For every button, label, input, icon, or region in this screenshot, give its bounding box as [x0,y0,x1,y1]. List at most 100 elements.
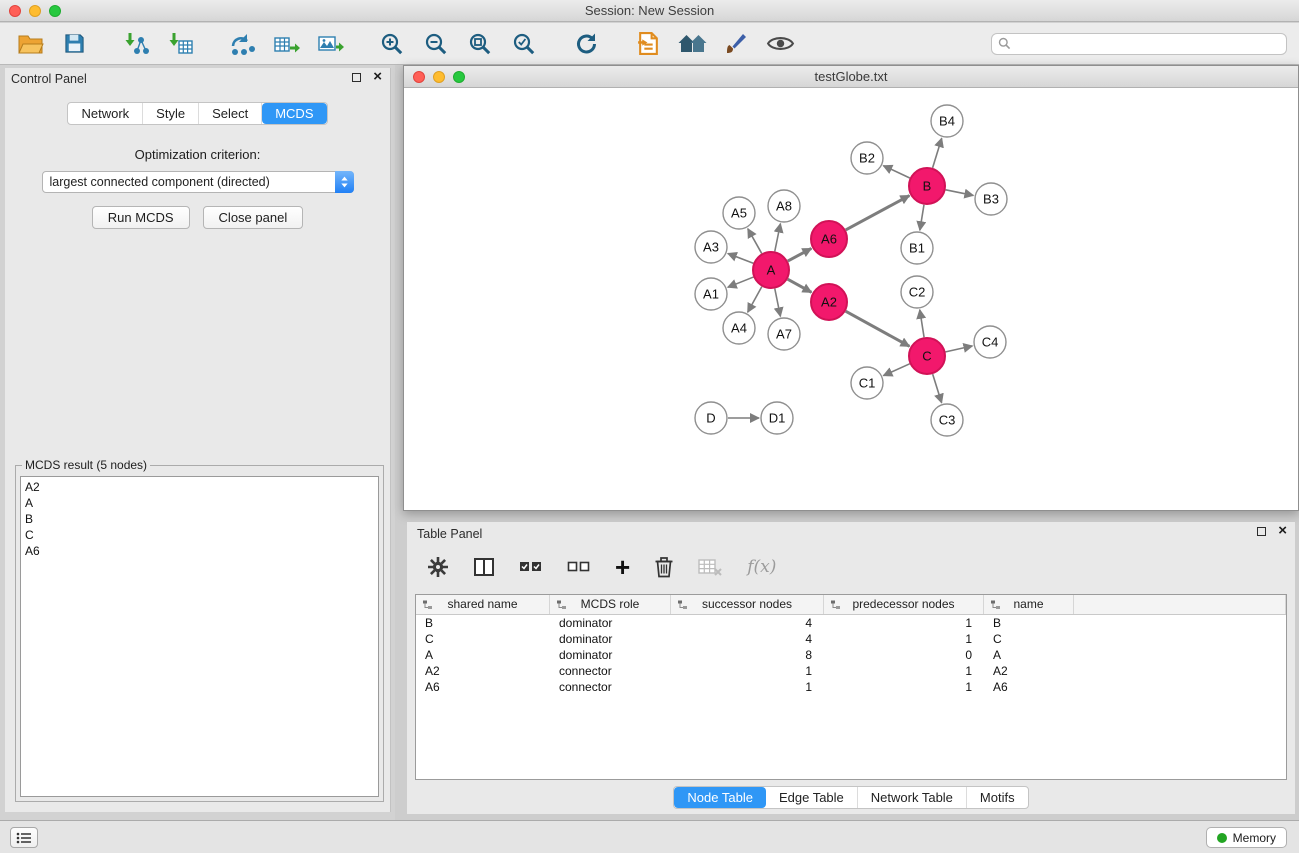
edge-C-C1[interactable] [883,364,909,376]
apply-layout-button[interactable] [568,27,604,61]
node-B3[interactable]: B3 [975,183,1007,215]
style-button[interactable] [718,27,754,61]
tab-network[interactable]: Network [68,103,143,124]
search-input[interactable] [1016,37,1280,51]
show-graphics-button[interactable] [762,27,798,61]
edge-A-A6[interactable] [788,248,812,261]
edge-A-A2[interactable] [788,279,812,292]
export-network-button[interactable] [224,27,260,61]
node-A4[interactable]: A4 [723,312,755,344]
edge-A6-B[interactable] [846,196,910,230]
show-columns-button[interactable] [473,557,495,577]
float-table-panel-icon[interactable] [1257,527,1266,536]
close-table-panel-icon[interactable]: × [1278,525,1287,537]
edge-A-A5[interactable] [748,229,762,254]
table-row[interactable]: A6connector11A6 [416,679,1286,695]
column-header[interactable]: name [984,595,1074,614]
edge-A2-C[interactable] [846,311,910,346]
edge-B-B4[interactable] [933,138,942,168]
result-item[interactable]: A [25,495,374,511]
table-settings-button[interactable] [427,556,449,578]
column-header[interactable]: successor nodes [671,595,824,614]
node-B4[interactable]: B4 [931,105,963,137]
node-C1[interactable]: C1 [851,367,883,399]
export-table-button[interactable] [268,27,304,61]
home-button[interactable] [674,27,710,61]
edge-A-A7[interactable] [775,289,781,317]
table-row[interactable]: A2connector11A2 [416,663,1286,679]
export-image-button[interactable] [312,27,348,61]
select-all-button[interactable] [519,558,543,576]
result-item[interactable]: A2 [25,479,374,495]
node-A3[interactable]: A3 [695,231,727,263]
zoom-selected-button[interactable] [506,27,542,61]
edge-A-A3[interactable] [728,253,753,263]
node-A2[interactable]: A2 [811,284,847,320]
edge-A-A4[interactable] [748,287,762,313]
search-field[interactable] [991,33,1287,55]
node-A8[interactable]: A8 [768,190,800,222]
tab-edge-table[interactable]: Edge Table [766,787,858,808]
deselect-all-button[interactable] [567,558,591,576]
tab-mcds[interactable]: MCDS [262,103,326,124]
float-panel-icon[interactable] [352,73,361,82]
save-session-button[interactable] [56,27,92,61]
task-history-button[interactable] [10,827,38,848]
node-D[interactable]: D [695,402,727,434]
node-D1[interactable]: D1 [761,402,793,434]
table-row[interactable]: Bdominator41B [416,615,1286,631]
network-window-titlebar[interactable]: testGlobe.txt [404,66,1298,88]
zoom-fit-button[interactable] [462,27,498,61]
zoom-in-button[interactable] [374,27,410,61]
table-row[interactable]: Cdominator41C [416,631,1286,647]
mcds-result-list[interactable]: A2ABCA6 [20,476,379,797]
edge-B-B2[interactable] [883,166,909,178]
edge-A-A1[interactable] [728,277,754,287]
node-C3[interactable]: C3 [931,404,963,436]
function-builder-button[interactable]: f(x) [747,557,776,577]
edge-C-C4[interactable] [946,346,973,352]
edge-C-C2[interactable] [920,310,924,337]
open-file-button[interactable] [12,27,48,61]
tab-select[interactable]: Select [199,103,262,124]
node-table[interactable]: shared nameMCDS rolesuccessor nodesprede… [415,594,1287,780]
memory-button[interactable]: Memory [1206,827,1287,848]
run-mcds-button[interactable]: Run MCDS [92,206,190,229]
node-A5[interactable]: A5 [723,197,755,229]
import-network-button[interactable] [118,27,154,61]
node-B2[interactable]: B2 [851,142,883,174]
tab-motifs[interactable]: Motifs [967,787,1028,808]
node-A[interactable]: A [753,252,789,288]
tab-style[interactable]: Style [143,103,199,124]
node-A1[interactable]: A1 [695,278,727,310]
node-A7[interactable]: A7 [768,318,800,350]
open-network-file-button[interactable] [630,27,666,61]
tab-network-table[interactable]: Network Table [858,787,967,808]
node-C2[interactable]: C2 [901,276,933,308]
delete-column-button[interactable] [654,556,674,578]
optimization-dropdown[interactable]: largest connected component (directed) [42,171,354,193]
zoom-out-button[interactable] [418,27,454,61]
result-item[interactable]: C [25,527,374,543]
network-svg[interactable]: B4 B2 B B3 A5 A8 A6 B1 A3 A C2 A1 A2 A4 A7 C4 C1 C C3 D D1 [404,89,1298,510]
edge-B-B1[interactable] [920,205,924,230]
node-B[interactable]: B [909,168,945,204]
close-panel-icon[interactable]: × [373,71,382,83]
column-header[interactable]: predecessor nodes [824,595,984,614]
node-C[interactable]: C [909,338,945,374]
network-canvas[interactable]: B4 B2 B B3 A5 A8 A6 B1 A3 A C2 A1 A2 A4 A7 C4 C1 C C3 D D1 [404,89,1298,510]
node-B1[interactable]: B1 [901,232,933,264]
result-item[interactable]: A6 [25,543,374,559]
close-panel-button[interactable]: Close panel [203,206,304,229]
tab-node-table[interactable]: Node Table [674,787,766,808]
column-header[interactable]: shared name [416,595,550,614]
delete-table-button[interactable] [698,557,723,577]
edge-A-A8[interactable] [775,224,781,252]
node-A6[interactable]: A6 [811,221,847,257]
edge-B-B3[interactable] [946,190,974,196]
table-row[interactable]: Adominator80A [416,647,1286,663]
add-column-button[interactable]: + [615,556,630,578]
import-table-button[interactable] [162,27,198,61]
node-C4[interactable]: C4 [974,326,1006,358]
result-item[interactable]: B [25,511,374,527]
